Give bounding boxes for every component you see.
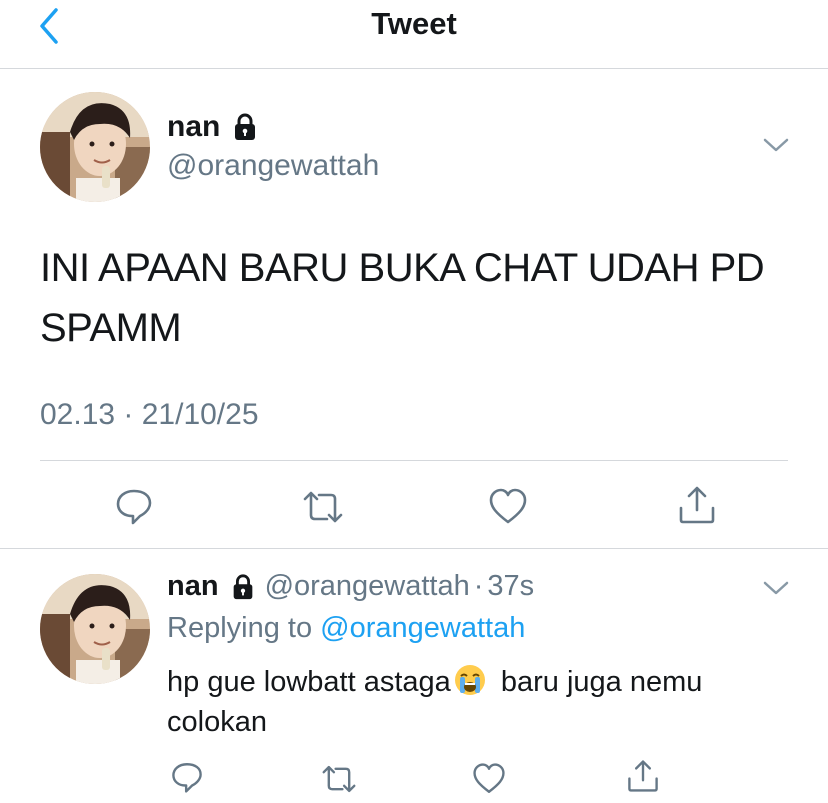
share-icon[interactable] xyxy=(626,758,660,794)
divider xyxy=(40,460,788,461)
like-icon[interactable] xyxy=(488,487,528,527)
replying-prefix: Replying to xyxy=(167,612,313,644)
loudly-crying-face-emoji xyxy=(454,665,485,695)
tweet-timestamp: 02.13 · 21/10/25 xyxy=(40,398,259,431)
chevron-down-icon[interactable] xyxy=(762,135,790,155)
author-handle[interactable]: @orangewattah xyxy=(167,149,379,183)
chevron-down-icon[interactable] xyxy=(762,578,790,598)
reply-header[interactable]: nan @orangewattah · 37s xyxy=(167,570,534,603)
reply-icon[interactable] xyxy=(170,760,204,794)
replying-to-link[interactable]: @orangewattah xyxy=(320,612,525,644)
divider xyxy=(0,548,828,549)
reply-timestamp: 37s xyxy=(487,570,535,602)
lock-icon xyxy=(235,113,256,140)
avatar[interactable] xyxy=(40,92,150,202)
retweet-icon[interactable] xyxy=(301,487,345,527)
lock-icon xyxy=(233,573,252,599)
tweet-author[interactable]: nan xyxy=(167,110,260,144)
header-bar: Tweet xyxy=(0,0,828,69)
reply-text-start: hp gue lowbatt astaga xyxy=(167,666,451,698)
replying-to: Replying to @orangewattah xyxy=(167,612,525,645)
retweet-icon[interactable] xyxy=(320,762,358,796)
reply-author-handle: @orangewattah xyxy=(264,570,470,602)
avatar[interactable] xyxy=(40,574,150,684)
tweet-text: INI APAAN BARU BUKA CHAT UDAH PD SPAMM xyxy=(40,246,765,350)
share-icon[interactable] xyxy=(677,484,717,526)
page-title: Tweet xyxy=(371,6,457,41)
reply-icon[interactable] xyxy=(114,486,154,526)
reply-text: hp gue lowbatt astaga baru juga nemu col… xyxy=(167,662,797,742)
separator: · xyxy=(473,570,484,602)
like-icon[interactable] xyxy=(472,762,506,796)
reply-author-name: nan xyxy=(167,570,219,602)
author-name: nan xyxy=(167,110,221,143)
